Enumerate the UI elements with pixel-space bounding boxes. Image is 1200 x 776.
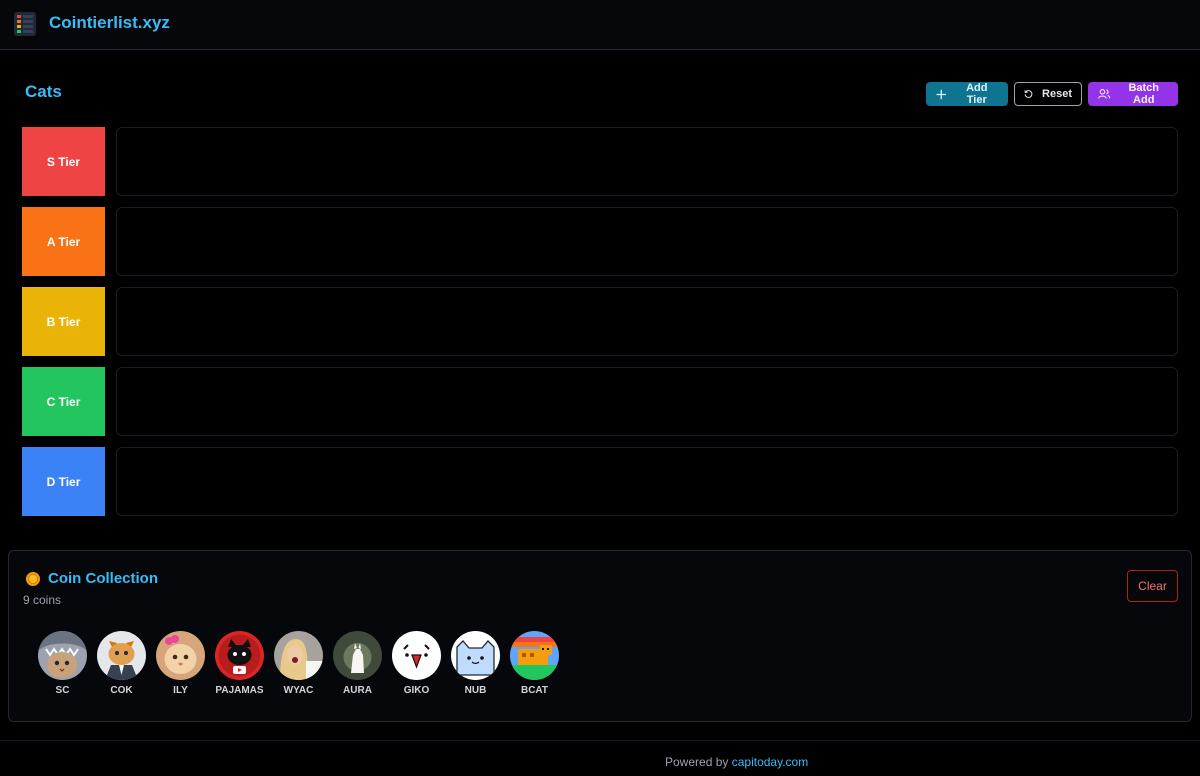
- tier-label-d[interactable]: D Tier: [22, 447, 105, 516]
- users-icon: [1098, 89, 1111, 99]
- reset-button[interactable]: Reset: [1014, 82, 1082, 106]
- tier-list-logo-icon[interactable]: [14, 12, 36, 36]
- tier-label-c[interactable]: C Tier: [22, 367, 105, 436]
- coin-symbol: SC: [55, 685, 70, 696]
- coin-count: 9 coins: [23, 593, 62, 607]
- coin-symbol: NUB: [464, 685, 487, 696]
- add-tier-label: Add Tier: [966, 82, 988, 106]
- woman-yelling-icon: [274, 631, 323, 680]
- coin-collection-title: Coin Collection: [48, 570, 158, 587]
- coin-symbol: WYAC: [283, 685, 314, 696]
- tier-label-s[interactable]: S Tier: [22, 127, 105, 196]
- giko-face-icon: [392, 631, 441, 680]
- plus-icon: [936, 89, 947, 99]
- cat-with-bow-icon: [156, 631, 205, 680]
- coin-collection-panel: Coin Collection 9 coins Clear SC COK ILY…: [8, 550, 1192, 722]
- powered-by-text: Powered by: [665, 755, 729, 769]
- cat-in-suit-icon: [97, 631, 146, 680]
- coin-list: SC COK ILY PAJAMAS WYAC AURA GIKO NUB BC…: [33, 631, 564, 696]
- white-cat-glow-icon: [333, 631, 382, 680]
- footer: Powered by capitoday.com: [0, 740, 1200, 776]
- coin-item-sc[interactable]: SC: [33, 631, 92, 696]
- tier-dropzone-s[interactable]: [116, 127, 1178, 196]
- tier-row-s: S Tier: [22, 127, 1178, 196]
- reset-icon: [1024, 90, 1033, 98]
- coin-symbol: ILY: [173, 685, 188, 696]
- coin-symbol: PAJAMAS: [215, 685, 264, 696]
- footer-credit: Powered by capitoday.com: [665, 755, 808, 769]
- blue-cartoon-cat-icon: [451, 631, 500, 680]
- coin-item-aura[interactable]: AURA: [328, 631, 387, 696]
- tier-dropzone-b[interactable]: [116, 287, 1178, 356]
- coin-item-giko[interactable]: GIKO: [387, 631, 446, 696]
- coin-item-pajamas[interactable]: PAJAMAS: [210, 631, 269, 696]
- add-tier-button[interactable]: Add Tier: [926, 82, 1008, 106]
- brand-link[interactable]: Cointierlist.xyz: [49, 13, 170, 33]
- tier-rows: S Tier A Tier B Tier C Tier D Tier: [22, 127, 1178, 527]
- cat-in-shark-costume-icon: [38, 631, 87, 680]
- coin-item-wyac[interactable]: WYAC: [269, 631, 328, 696]
- tier-row-b: B Tier: [22, 287, 1178, 356]
- coin-symbol: COK: [110, 685, 133, 696]
- tier-row-c: C Tier: [22, 367, 1178, 436]
- batch-add-label: Batch Add: [1128, 82, 1159, 106]
- coin-symbol: GIKO: [403, 685, 430, 696]
- tier-dropzone-a[interactable]: [116, 207, 1178, 276]
- coin-item-ily[interactable]: ILY: [151, 631, 210, 696]
- pixel-cat-icon: [510, 631, 559, 680]
- tier-label-a[interactable]: A Tier: [22, 207, 105, 276]
- tier-toolbar: Add Tier Reset Batch Add: [926, 82, 1178, 106]
- capitoday-link[interactable]: capitoday.com: [732, 755, 808, 769]
- coin-symbol: BCAT: [520, 685, 549, 696]
- coin-item-cok[interactable]: COK: [92, 631, 151, 696]
- coin-item-nub[interactable]: NUB: [446, 631, 505, 696]
- coin-symbol: AURA: [343, 685, 372, 696]
- coin-collection-header: Coin Collection: [25, 570, 158, 587]
- top-navbar: Cointierlist.xyz: [0, 0, 1200, 50]
- tier-list-title: Cats: [25, 82, 62, 101]
- tier-label-b[interactable]: B Tier: [22, 287, 105, 356]
- tier-dropzone-c[interactable]: [116, 367, 1178, 436]
- coin-item-bcat[interactable]: BCAT: [505, 631, 564, 696]
- tier-dropzone-d[interactable]: [116, 447, 1178, 516]
- black-cartoon-cat-icon: [215, 631, 264, 680]
- batch-add-button[interactable]: Batch Add: [1088, 82, 1178, 106]
- reset-label: Reset: [1042, 88, 1072, 100]
- coin-icon: [26, 571, 40, 586]
- tier-row-d: D Tier: [22, 447, 1178, 516]
- tier-row-a: A Tier: [22, 207, 1178, 276]
- clear-button[interactable]: Clear: [1127, 570, 1178, 602]
